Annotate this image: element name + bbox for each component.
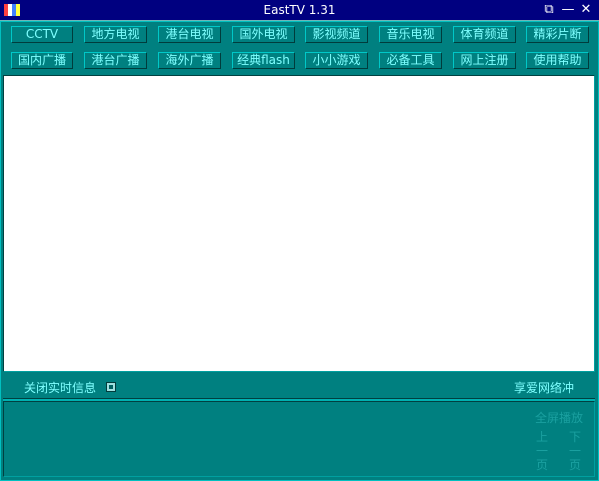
next-page-button[interactable]: 下一页 xyxy=(568,430,582,472)
realtime-info-label: 关闭实时信息 xyxy=(24,381,97,395)
window-title: EastTV 1.31 xyxy=(263,3,336,17)
nav-button-cctv[interactable]: CCTV xyxy=(11,26,73,43)
nav-button-overseas-radio[interactable]: 海外广播 xyxy=(158,52,221,69)
nav-button-foreign-tv[interactable]: 国外电视 xyxy=(232,26,295,43)
nav-button-local-tv[interactable]: 地方电视 xyxy=(84,26,147,43)
minimize-icon[interactable]: — xyxy=(560,2,576,18)
nav-button-help[interactable]: 使用帮助 xyxy=(526,52,589,69)
nav-button-domestic-radio[interactable]: 国内广播 xyxy=(11,52,73,69)
nav-button-sports-channel[interactable]: 体育频道 xyxy=(453,26,516,43)
restore-icon[interactable]: ⧉ xyxy=(541,2,557,18)
close-icon[interactable]: ✕ xyxy=(578,2,594,18)
nav-button-classic-flash[interactable]: 经典flash xyxy=(232,52,295,69)
fullscreen-button[interactable]: 全屏播放 xyxy=(535,411,583,425)
nav-button-movie-channel[interactable]: 影视频道 xyxy=(305,26,368,43)
nav-button-hk-tw-tv[interactable]: 港台电视 xyxy=(158,26,221,43)
nav-button-music-tv[interactable]: 音乐电视 xyxy=(379,26,442,43)
buffer-status-text: 享爱网络冲 xyxy=(514,381,575,395)
nav-button-highlights[interactable]: 精彩片断 xyxy=(526,26,589,43)
video-display-area[interactable] xyxy=(3,75,595,372)
prev-page-button[interactable]: 上一页 xyxy=(535,430,549,472)
nav-button-register[interactable]: 网上注册 xyxy=(453,52,516,69)
realtime-info-checkbox[interactable] xyxy=(106,382,116,392)
nav-button-hk-tw-radio[interactable]: 港台广播 xyxy=(84,52,147,69)
title-bar[interactable]: EastTV 1.31 ⧉ — ✕ xyxy=(0,0,599,21)
nav-button-tools[interactable]: 必备工具 xyxy=(379,52,442,69)
nav-button-mini-games[interactable]: 小小游戏 xyxy=(305,52,368,69)
info-panel xyxy=(3,401,595,477)
